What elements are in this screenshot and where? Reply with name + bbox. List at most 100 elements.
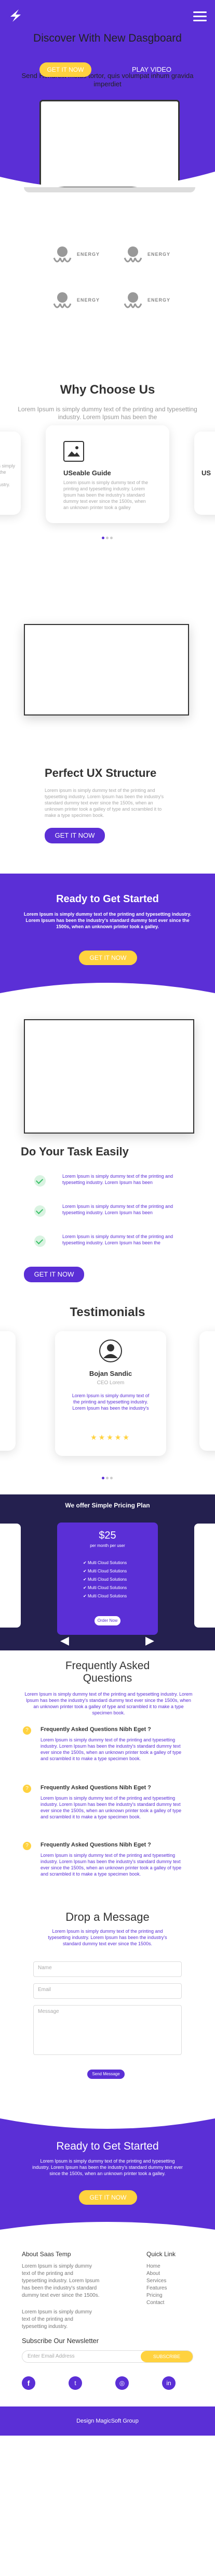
screenshot-placeholder	[24, 624, 189, 715]
cta2-get-it-now-button[interactable]: GET IT NOW	[79, 2190, 137, 2205]
facebook-icon[interactable]: f	[22, 2376, 35, 2390]
name-field[interactable]: Name	[33, 1961, 182, 1977]
carousel-dots[interactable]	[102, 532, 115, 539]
subscribe-button[interactable]: SUBSCRIBE	[141, 2351, 193, 2362]
about-text: Lorem Ipsum is simply dummy text of the …	[22, 2263, 100, 2298]
image-icon	[63, 441, 84, 462]
feature-item: ✔ Multi Cloud Solutions	[83, 1569, 127, 1573]
about-text-2: Lorem Ipsum is simply dummy text of the …	[22, 2309, 92, 2330]
task-get-it-now-button[interactable]: GET IT NOW	[24, 1267, 84, 1282]
cta-wave	[0, 983, 215, 1004]
card-text: Lorem ipsum is simply dummy text of the …	[63, 480, 149, 510]
play-video-button[interactable]: PLAY VIDEO	[126, 62, 178, 77]
faq-answer: Lorem Ipsum is simply dummy text of the …	[41, 1737, 182, 1761]
send-message-button[interactable]: Send Message	[87, 2070, 125, 2079]
feature-list: ✔ Multi Cloud Solutions ✔ Multi Cloud So…	[83, 1559, 127, 1601]
feature-card-left[interactable]: Lorem ipsum is simply dummy text of the …	[0, 432, 21, 515]
feature-item: ✔ Multi Cloud Solutions	[83, 1577, 127, 1582]
quick-link-title: Quick Link	[146, 2250, 176, 2258]
card-title: USeable Guide	[63, 469, 111, 477]
pricing-title: We offer Simple Pricing Plan	[65, 1502, 150, 1509]
quick-links: Home About Services Features Pricing Con…	[146, 2263, 167, 2307]
faq-answer: Lorem Ipsum is simply dummy text of the …	[41, 1853, 182, 1877]
cta2-text: Lorem Ipsum is simply dummy text of the …	[32, 2158, 183, 2176]
avatar	[99, 1339, 122, 1362]
why-choose-us-section: Why Choose Us Lorem Ipsum is simply dumm…	[0, 364, 215, 614]
logo-icon[interactable]	[8, 8, 23, 23]
pricing-card[interactable]: $25 per month per user ✔ Multi Cloud Sol…	[57, 1523, 158, 1635]
faq-answer: Lorem Ipsum is simply dummy text of the …	[41, 1796, 182, 1819]
faq-question[interactable]: Frequently Asked Questions Nibh Eget ?	[41, 1785, 151, 1791]
faq-section: Frequently Asked Questions Lorem Ipsum i…	[0, 1650, 215, 1910]
footer-link-pricing[interactable]: Pricing	[146, 2292, 167, 2299]
footer-link-about[interactable]: About	[146, 2270, 167, 2278]
faq-title: Frequently Asked Questions	[65, 1660, 150, 1684]
question-icon: ?	[23, 1842, 31, 1850]
hero-title: Discover With New Dasgboard	[33, 32, 182, 44]
octopus-icon	[124, 246, 142, 263]
task-item: Lorem Ipsum is simply dummy text of the …	[62, 1174, 173, 1185]
question-icon: ?	[23, 1785, 31, 1793]
cta-section: Ready to Get Started Lorem Ipsum is simp…	[0, 874, 215, 1004]
feature-card[interactable]: USeable Guide Lorem ipsum is simply dumm…	[46, 425, 169, 523]
why-text: Lorem Ipsum is simply dummy text of the …	[18, 406, 197, 421]
hamburger-menu-icon[interactable]	[193, 11, 207, 24]
testimonial-text: Lorem Ipsum is simply dummy text of the …	[72, 1393, 150, 1411]
task-title: Do Your Task Easily	[21, 1145, 129, 1158]
twitter-icon[interactable]: t	[69, 2376, 82, 2390]
pricing-card-right[interactable]	[194, 1524, 215, 1628]
question-icon: ?	[23, 1726, 31, 1735]
arrow-right-icon[interactable]: ▶	[145, 1635, 154, 1646]
testimonial-name: Bojan Sandic	[89, 1370, 132, 1377]
faq-question[interactable]: Frequently Asked Questions Nibh Eget ?	[41, 1726, 151, 1733]
cta-wave-top	[0, 2108, 215, 2129]
footer-link-contact[interactable]: Contact	[146, 2299, 167, 2307]
partners-section: ENERGY ENERGY ENERGY ENERGY	[0, 192, 215, 364]
ux-text: Lorem ipsum is simply dummy text of the …	[45, 788, 164, 818]
price: $25	[99, 1530, 116, 1541]
testimonials-section: Testimonials Bojan Sandic CEO Lorem Lore…	[0, 1295, 215, 1494]
carousel-dots[interactable]	[102, 1473, 115, 1479]
arrow-left-icon[interactable]: ◀	[60, 1635, 69, 1646]
feature-card-right[interactable]: US	[194, 432, 215, 515]
octopus-icon	[53, 246, 72, 263]
faq-question[interactable]: Frequently Asked Questions Nibh Eget ?	[41, 1842, 151, 1848]
faq-intro: Lorem Ipsum is simply dummy text of the …	[24, 1692, 193, 1715]
cta-get-it-now-button[interactable]: GET IT NOW	[79, 951, 137, 965]
cta2-title: Ready to Get Started	[56, 2140, 159, 2152]
footer: About Saas Temp Lorem Ipsum is simply du…	[0, 2240, 215, 2436]
screenshot-placeholder	[24, 1019, 194, 1134]
order-now-button[interactable]: Order Now	[95, 1616, 120, 1625]
feature-item: ✔ Multi Cloud Solutions	[83, 1594, 127, 1598]
task-section: Do Your Task Easily Lorem Ipsum is simpl…	[0, 1004, 215, 1295]
newsletter-form: Enter Email Address SUBSCRIBE	[22, 2350, 193, 2363]
partner-logo: ENERGY	[120, 244, 170, 265]
ux-section: Perfect UX Structure Lorem ipsum is simp…	[0, 614, 215, 874]
testimonial-card[interactable]: Bojan Sandic CEO Lorem Lorem Ipsum is si…	[55, 1331, 166, 1456]
task-item: Lorem Ipsum is simply dummy text of the …	[62, 1204, 173, 1215]
ux-get-it-now-button[interactable]: GET IT NOW	[45, 828, 105, 843]
about-title: About Saas Temp	[22, 2250, 71, 2258]
footer-link-services[interactable]: Services	[146, 2278, 167, 2285]
instagram-icon[interactable]: ◎	[115, 2376, 129, 2390]
linkedin-icon[interactable]: in	[162, 2376, 176, 2390]
footer-bar: Design MagicSoft Group	[0, 2406, 215, 2436]
footer-credit: Design MagicSoft Group	[76, 2418, 139, 2424]
why-title: Why Choose Us	[60, 383, 155, 397]
testimonial-card-right[interactable]	[199, 1331, 215, 1451]
contact-text: Lorem Ipsum is simply dummy text of the …	[48, 1929, 167, 1946]
footer-link-features[interactable]: Features	[146, 2285, 167, 2292]
pricing-card-left[interactable]	[0, 1524, 21, 1628]
feature-item: ✔ Multi Cloud Solutions	[83, 1585, 127, 1590]
partner-logo: ENERGY	[50, 290, 100, 311]
message-field[interactable]: Message	[33, 2005, 182, 2055]
cta-section-2: Ready to Get Started Lorem Ipsum is simp…	[0, 2108, 215, 2240]
testimonial-card-left[interactable]	[0, 1331, 16, 1451]
newsletter-email-input[interactable]: Enter Email Address	[28, 2353, 75, 2359]
testimonial-role: CEO Lorem	[97, 1380, 125, 1386]
contact-title: Drop a Message	[65, 1910, 150, 1923]
octopus-icon	[124, 292, 142, 308]
footer-link-home[interactable]: Home	[146, 2263, 167, 2270]
email-field[interactable]: Email	[33, 1983, 182, 1999]
get-it-now-button[interactable]: GET IT NOW	[39, 62, 91, 77]
